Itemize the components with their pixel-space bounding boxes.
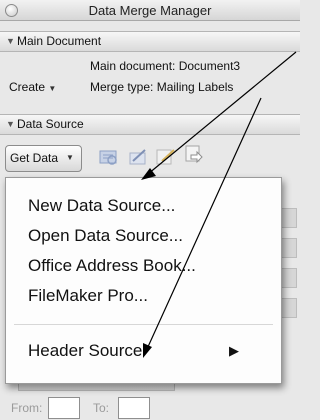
annotation-arrow-icon (141, 51, 297, 358)
